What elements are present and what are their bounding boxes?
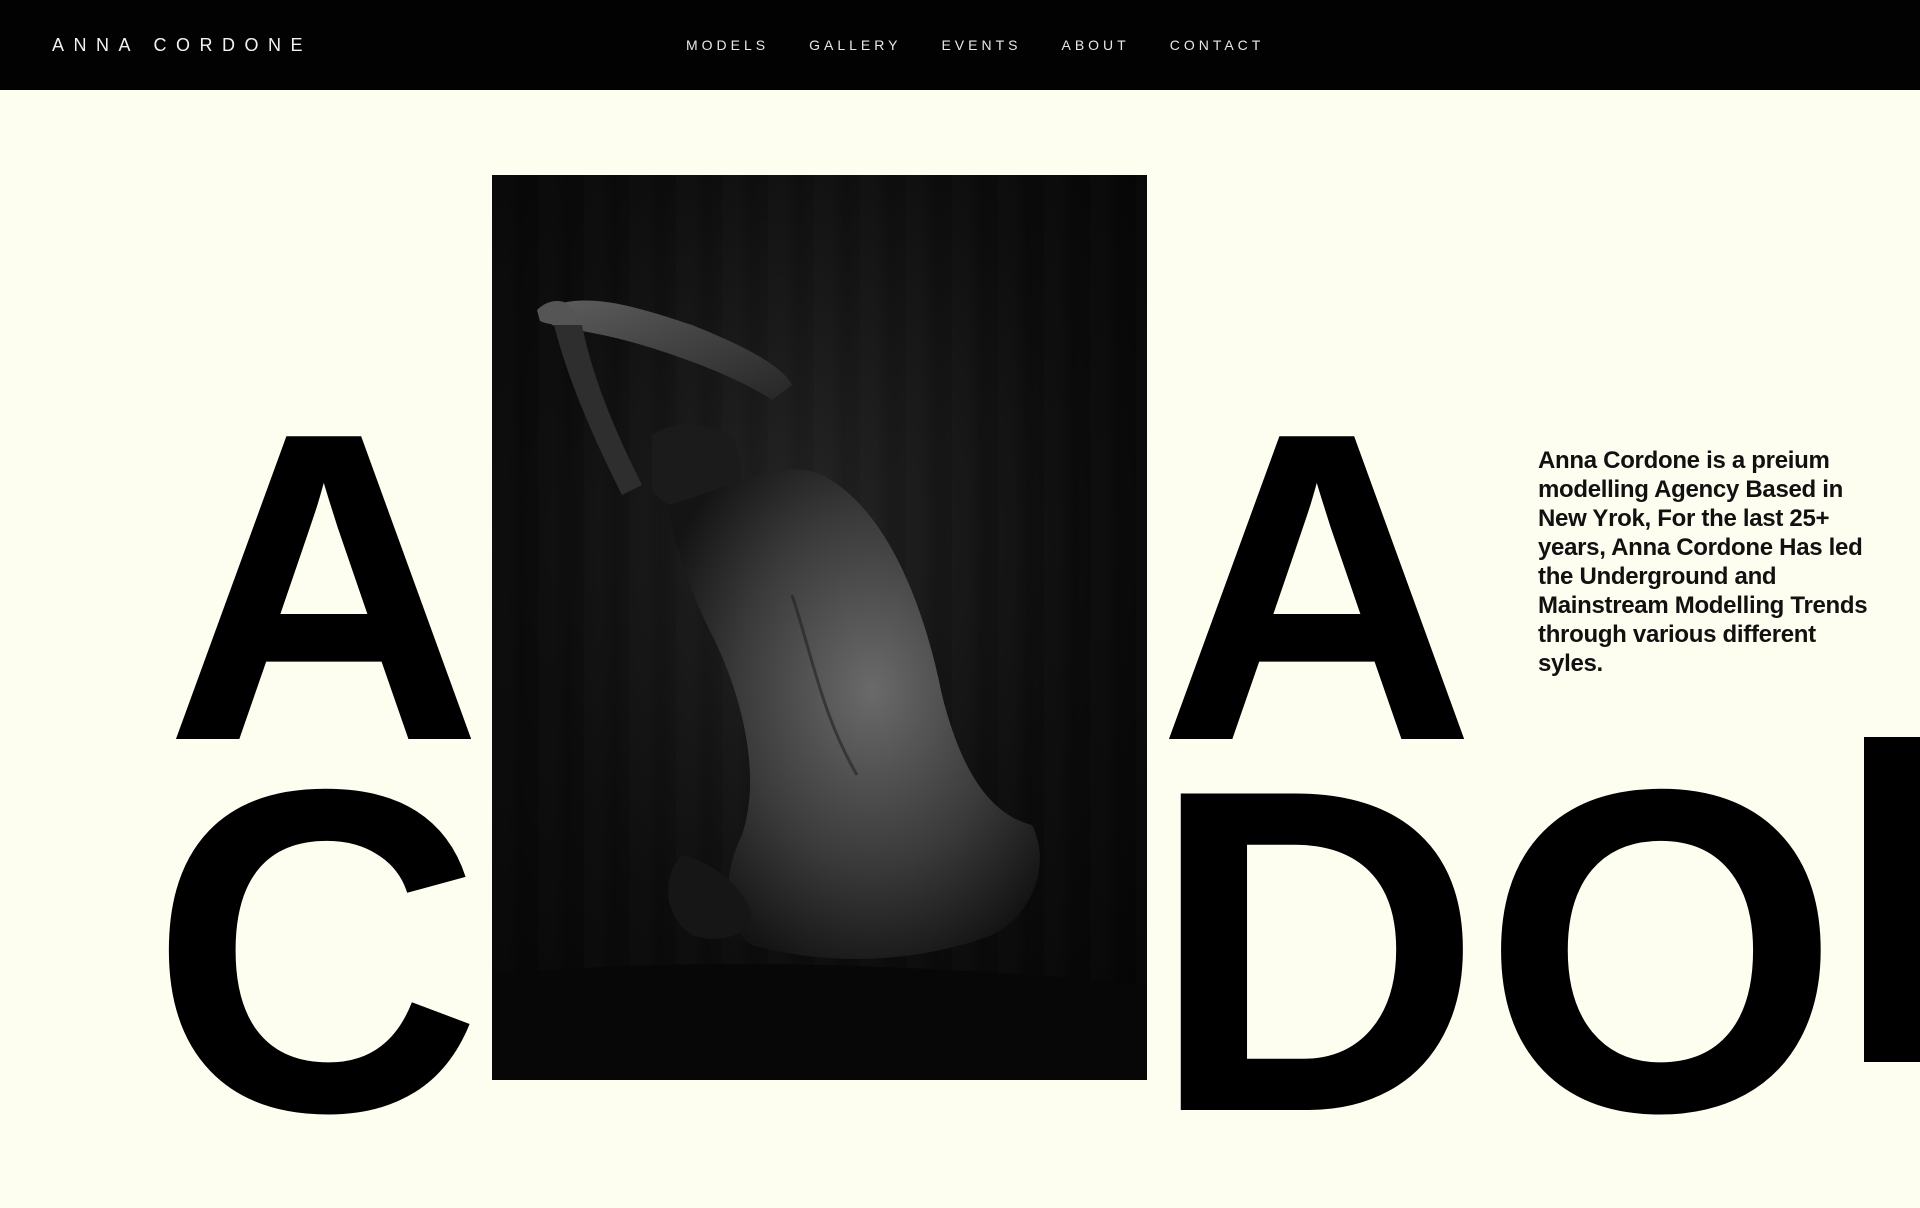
hero-letter-c-left: C [150, 695, 483, 1208]
nav-link-models[interactable]: MODELS [686, 36, 769, 54]
main-nav: MODELS GALLERY EVENTS ABOUT CONTACT [686, 36, 1264, 54]
nav-link-gallery[interactable]: GALLERY [809, 36, 901, 54]
cropped-letter-stem [1864, 737, 1920, 1062]
hero-letters-do-right: DO [1150, 695, 1840, 1208]
nav-link-contact[interactable]: CONTACT [1170, 36, 1265, 54]
brand-logo-link[interactable]: ANNA CORDONE [52, 33, 312, 57]
nav-link-events[interactable]: EVENTS [941, 36, 1021, 54]
nav-link-about[interactable]: ABOUT [1061, 36, 1129, 54]
hero-photo [492, 175, 1147, 1080]
top-navbar: ANNA CORDONE MODELS GALLERY EVENTS ABOUT… [0, 0, 1920, 90]
seated-figure-illustration [492, 300, 1147, 1080]
agency-description: Anna Cordone is a preium modelling Agenc… [1538, 447, 1868, 677]
